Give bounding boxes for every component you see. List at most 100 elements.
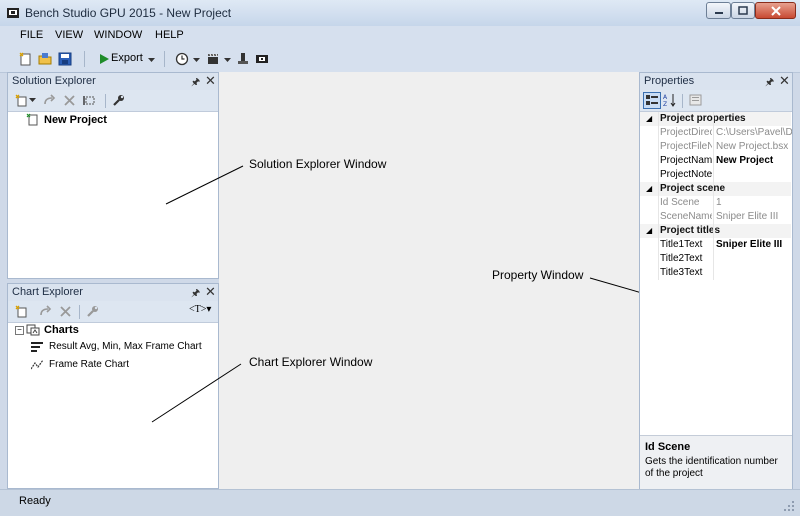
chart-explorer-panel: Chart Explorer 🖈 ✕ <T>▾ − Charts Result … <box>7 283 219 489</box>
grid-divider <box>713 112 714 280</box>
property-name: ProjectFileN <box>660 141 712 152</box>
property-description-pane: Id Scene Gets the identification number … <box>640 435 792 489</box>
property-grid: ◢ Project properties ProjectDirec C:\Use… <box>640 112 792 322</box>
property-row[interactable]: SceneName Sniper Elite III <box>640 210 791 224</box>
maximize-button[interactable] <box>731 2 755 19</box>
rename-icon[interactable] <box>82 93 96 107</box>
chart-item-result-avg[interactable]: Result Avg, Min, Max Frame Chart <box>49 341 202 352</box>
close-icon[interactable]: ✕ <box>205 284 216 300</box>
close-button[interactable] <box>755 2 796 19</box>
menu-view[interactable]: VIEW <box>55 29 83 41</box>
property-row[interactable]: ProjectName New Project <box>640 154 791 168</box>
category-label: Project titles <box>660 225 721 236</box>
property-value[interactable]: New Project.bsx <box>716 140 792 154</box>
property-name: Title1Text <box>660 239 703 250</box>
status-bar: Ready <box>0 489 800 516</box>
add-chart-icon[interactable] <box>14 304 28 318</box>
properties-title: Properties <box>644 75 695 87</box>
toolbar-separator <box>682 94 683 108</box>
sort-alphabetical-icon[interactable]: AZ <box>663 93 677 107</box>
chart-explorer-annotation: Chart Explorer Window <box>249 355 373 369</box>
close-icon[interactable]: ✕ <box>205 73 216 89</box>
property-row[interactable]: ProjectNote <box>640 168 791 182</box>
wrench-icon[interactable] <box>85 304 99 318</box>
menu-help[interactable]: HELP <box>155 29 184 41</box>
play-icon[interactable] <box>96 51 112 67</box>
description-title: Id Scene <box>645 441 691 453</box>
property-value[interactable]: New Project <box>716 154 792 168</box>
chart-explorer-title: Chart Explorer <box>12 286 83 298</box>
camera-icon[interactable] <box>254 51 270 67</box>
category-project-properties[interactable]: ◢ Project properties <box>640 112 791 126</box>
expand-icon[interactable]: ◢ <box>646 182 652 196</box>
charts-folder-icon <box>26 323 40 339</box>
properties-panel: Properties 🖈 ✕ AZ ◢ Project properties P… <box>639 72 793 489</box>
category-project-scene[interactable]: ◢ Project scene <box>640 182 791 196</box>
save-icon[interactable] <box>57 51 73 67</box>
property-row[interactable]: Id Scene 1 <box>640 196 791 210</box>
property-name: SceneName <box>660 211 712 222</box>
toolbar-separator <box>84 51 85 67</box>
chart-explorer-header: Chart Explorer 🖈 ✕ <box>8 284 218 302</box>
clapper-icon[interactable] <box>205 51 221 67</box>
expand-icon[interactable]: ◢ <box>646 224 652 238</box>
delete-icon[interactable] <box>62 93 76 107</box>
clock-icon[interactable] <box>174 51 190 67</box>
redo-icon[interactable] <box>38 304 52 318</box>
add-project-icon[interactable] <box>14 93 28 107</box>
property-value[interactable]: Sniper Elite III <box>716 210 792 224</box>
toolbar-separator <box>164 51 165 67</box>
toolbar-separator <box>79 305 80 319</box>
chart-item-frame-rate[interactable]: Frame Rate Chart <box>49 359 129 370</box>
main-toolbar: Export <box>0 46 800 73</box>
property-name: Title2Text <box>660 253 703 264</box>
property-row[interactable]: ProjectFileN New Project.bsx <box>640 140 791 154</box>
new-project-icon[interactable] <box>17 51 33 67</box>
chevron-down-icon[interactable] <box>28 93 36 107</box>
property-value[interactable]: C:\Users\Pavel\De <box>716 126 792 140</box>
close-icon <box>770 5 781 16</box>
minimize-icon <box>714 11 723 14</box>
wrench-icon[interactable] <box>111 93 125 107</box>
chevron-down-icon[interactable] <box>193 54 200 66</box>
open-icon[interactable] <box>37 51 53 67</box>
maximize-icon <box>738 6 748 15</box>
categorized-icon[interactable] <box>643 92 661 109</box>
export-button[interactable]: Export <box>111 52 143 64</box>
category-label: Project properties <box>660 113 746 124</box>
close-icon[interactable]: ✕ <box>779 73 790 89</box>
project-node-icon <box>26 113 39 129</box>
solution-explorer-header: Solution Explorer 🖈 ✕ <box>8 73 218 91</box>
property-value[interactable]: 1 <box>716 196 792 210</box>
chevron-down-icon[interactable] <box>224 54 231 66</box>
minimize-button[interactable] <box>706 2 731 19</box>
property-row[interactable]: ProjectDirec C:\Users\Pavel\De <box>640 126 792 140</box>
charts-root-node[interactable]: Charts <box>44 324 79 336</box>
property-row[interactable]: Title1Text Sniper Elite III <box>640 238 791 252</box>
chevron-down-icon[interactable] <box>148 54 155 66</box>
solution-explorer-title: Solution Explorer <box>12 75 96 87</box>
expand-icon[interactable]: ◢ <box>646 112 652 126</box>
property-row[interactable]: Title3Text <box>640 266 791 280</box>
status-text: Ready <box>19 495 51 507</box>
solution-explorer-toolbar <box>8 90 218 112</box>
property-value[interactable]: Sniper Elite III <box>716 238 792 252</box>
collapse-toggle[interactable]: − <box>15 326 24 335</box>
benchmark-icon[interactable] <box>235 51 251 67</box>
property-row[interactable]: Title2Text <box>640 252 791 266</box>
svg-text:A: A <box>663 94 668 101</box>
window-title: Bench Studio GPU 2015 - New Project <box>25 6 232 20</box>
chart-type-dropdown[interactable]: <T>▾ <box>189 304 211 315</box>
line-chart-icon <box>30 359 44 374</box>
redo-icon[interactable] <box>42 93 56 107</box>
property-pages-icon[interactable] <box>688 93 702 107</box>
menu-file[interactable]: FILE <box>20 29 43 41</box>
title-bar: Bench Studio GPU 2015 - New Project <box>0 0 800 27</box>
project-node[interactable]: New Project <box>44 114 107 126</box>
category-project-titles[interactable]: ◢ Project titles <box>640 224 791 238</box>
properties-header: Properties 🖈 ✕ <box>640 73 792 91</box>
property-name: ProjectNote <box>660 169 712 180</box>
menu-window[interactable]: WINDOW <box>94 29 142 41</box>
resize-grip-icon[interactable] <box>784 501 795 515</box>
delete-icon[interactable] <box>58 304 72 318</box>
